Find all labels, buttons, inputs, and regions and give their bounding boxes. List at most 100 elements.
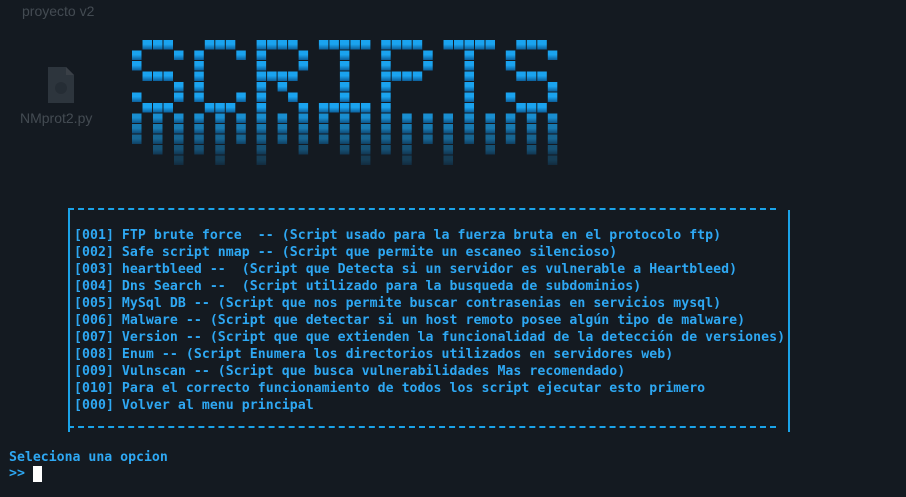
banner-pixel: [412, 40, 423, 50]
banner-pixel: [256, 103, 267, 113]
banner-drip-pixel: [174, 124, 184, 134]
banner-drip-pixel: [360, 145, 371, 155]
banner-pixel: [402, 71, 412, 81]
banner-pixel: [236, 50, 246, 60]
banner-drip-pixel: [236, 113, 246, 123]
banner-pixel: [318, 40, 329, 50]
banner-pixel: [163, 71, 173, 81]
banner-drip-pixel: [256, 113, 267, 123]
banner-pixel: [142, 71, 152, 81]
banner-pixel: [339, 61, 350, 71]
banner-pixel: [256, 40, 267, 50]
banner-drip-pixel: [339, 145, 350, 155]
banner-drip-pixel: [339, 134, 350, 144]
banner-drip-pixel: [339, 113, 350, 123]
banner-drip-pixel: [381, 145, 391, 155]
banner-drip-pixel: [298, 145, 309, 155]
banner-pixel: [485, 40, 495, 50]
banner-drip-pixel: [277, 134, 288, 144]
banner-pixel: [256, 71, 267, 81]
banner-drip-pixel: [194, 113, 204, 123]
banner-pixel: [256, 92, 267, 102]
menu-box-right-border: [788, 210, 790, 432]
banner-drip-pixel: [402, 145, 412, 155]
banner-pixel: [547, 82, 558, 92]
banner-pixel: [194, 61, 204, 71]
banner-drip-pixel: [485, 113, 495, 123]
menu-option-008: [008] Enum -- (Script Enumera los direct…: [74, 347, 674, 362]
banner-drip-pixel: [215, 145, 225, 155]
banner-drip-pixel: [505, 113, 516, 123]
banner-pixel: [288, 40, 298, 50]
banner-pixel: [381, 40, 391, 50]
banner-drip-pixel: [526, 124, 537, 134]
banner-drip-pixel: [381, 124, 391, 134]
banner-drip-pixel: [485, 134, 495, 144]
banner-pixel: [381, 82, 391, 92]
banner-drip-pixel: [174, 145, 184, 155]
banner-drip-pixel: [443, 134, 453, 144]
terminal-input-line[interactable]: >>: [9, 465, 42, 482]
banner-drip-pixel: [215, 124, 225, 134]
prompt-symbol: >>: [9, 466, 25, 481]
menu-box-left-border: [68, 210, 70, 432]
banner-pixel: [537, 103, 547, 113]
banner-drip-pixel: [464, 124, 474, 134]
banner-pixel: [204, 103, 215, 113]
banner-pixel: [360, 40, 371, 50]
banner-pixel: [236, 92, 246, 102]
banner-pixel: [163, 40, 173, 50]
banner-pixel: [142, 103, 152, 113]
banner-drip-pixel: [402, 124, 412, 134]
banner-pixel: [277, 71, 288, 81]
banner-pixel: [339, 50, 350, 60]
banner-drip-pixel: [132, 134, 142, 144]
banner-drip-pixel: [256, 155, 267, 165]
banner-pixel: [267, 40, 277, 50]
banner-pixel: [225, 103, 236, 113]
banner-drip-pixel: [443, 145, 453, 155]
menu-option-006: [006] Malware -- (Script que detectar si…: [74, 313, 746, 328]
banner-pixel: [329, 103, 339, 113]
banner-drip-pixel: [256, 134, 267, 144]
banner-drip-pixel: [547, 145, 558, 155]
banner-pixel: [526, 40, 537, 50]
banner-pixel: [153, 71, 163, 81]
banner-pixel: [505, 92, 516, 102]
banner-pixel: [225, 40, 236, 50]
banner-drip-pixel: [402, 134, 412, 144]
banner-pixel: [194, 50, 204, 60]
banner-pixel: [288, 71, 298, 81]
banner-drip-pixel: [153, 124, 163, 134]
script-menu-list: [001] FTP brute force -- (Script usado p…: [74, 227, 785, 414]
banner-pixel: [298, 61, 309, 71]
banner-pixel: [163, 103, 173, 113]
banner-drip-pixel: [194, 145, 204, 155]
banner-drip-pixel: [485, 145, 495, 155]
banner-pixel: [381, 61, 391, 71]
menu-option-004: [004] Dns Search -- (Script utilizado pa…: [74, 279, 642, 294]
banner-drip-pixel: [318, 134, 329, 144]
banner-pixel: [381, 103, 391, 113]
banner-drip-pixel: [464, 113, 474, 123]
banner-pixel: [505, 50, 516, 60]
banner-drip-pixel: [298, 124, 309, 134]
banner-drip-pixel: [402, 113, 412, 123]
banner-drip-pixel: [277, 113, 288, 123]
banner-drip-pixel: [526, 145, 537, 155]
banner-pixel: [174, 82, 184, 92]
menu-box-bottom-border: [68, 426, 776, 430]
banner-pixel: [174, 50, 184, 60]
banner-drip-pixel: [174, 155, 184, 165]
banner-pixel: [142, 40, 152, 50]
banner-pixel: [339, 40, 350, 50]
banner-pixel: [537, 40, 547, 50]
menu-box: [001] FTP brute force -- (Script usado p…: [66, 200, 790, 432]
banner-pixel: [360, 103, 371, 113]
banner-pixel: [267, 71, 277, 81]
banner-drip-pixel: [215, 134, 225, 144]
banner-drip-pixel: [277, 124, 288, 134]
banner-drip-pixel: [547, 124, 558, 134]
banner-drip-pixel: [485, 124, 495, 134]
text-cursor[interactable]: [32, 465, 42, 482]
